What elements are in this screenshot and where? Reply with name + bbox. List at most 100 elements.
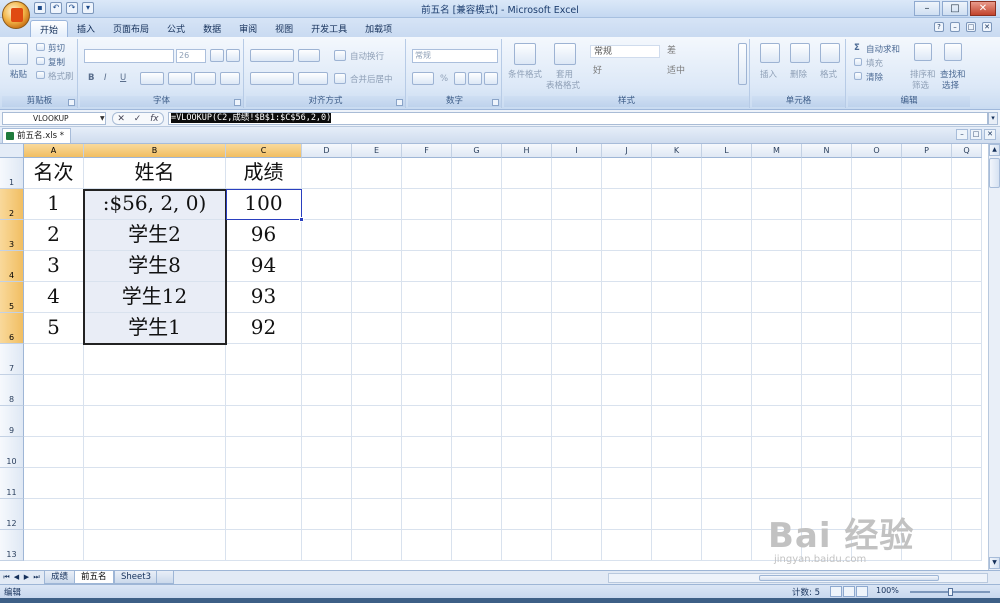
ribbon-tab-8[interactable]: 加载项: [356, 20, 401, 37]
percent-button[interactable]: %: [440, 74, 448, 84]
cell-I6[interactable]: [552, 313, 602, 344]
cell-I12[interactable]: [552, 499, 602, 530]
cell-C13[interactable]: [226, 530, 302, 561]
row-header-9[interactable]: 9: [0, 406, 24, 437]
row-header-12[interactable]: 12: [0, 499, 24, 530]
sort-filter-icon[interactable]: [914, 43, 932, 61]
cell-G4[interactable]: [452, 251, 502, 282]
cell-H5[interactable]: [502, 282, 552, 313]
column-header-N[interactable]: N: [802, 144, 852, 158]
ribbon-tab-4[interactable]: 数据: [194, 20, 230, 37]
row-header-7[interactable]: 7: [0, 344, 24, 375]
ribbon-tab-1[interactable]: 插入: [68, 20, 104, 37]
cell-H10[interactable]: [502, 437, 552, 468]
cell-L2[interactable]: [702, 189, 752, 220]
cell-A8[interactable]: [24, 375, 84, 406]
cell-F6[interactable]: [402, 313, 452, 344]
binoculars-icon[interactable]: [944, 43, 962, 61]
column-header-E[interactable]: E: [352, 144, 402, 158]
sheet-tab-scores[interactable]: 成绩: [44, 571, 76, 584]
orientation-icon[interactable]: [298, 49, 320, 62]
select-all-corner[interactable]: [0, 144, 24, 158]
cell-N3[interactable]: [802, 220, 852, 251]
cell-D11[interactable]: [302, 468, 352, 499]
dialog-launcher-icon[interactable]: [492, 99, 499, 106]
cell-M5[interactable]: [752, 282, 802, 313]
insert-sheet-icon[interactable]: [156, 571, 174, 584]
comma-icon[interactable]: [454, 72, 466, 85]
row-header-6[interactable]: 6: [0, 313, 24, 344]
cell-K2[interactable]: [652, 189, 702, 220]
cell-P5[interactable]: [902, 282, 952, 313]
format-painter-button[interactable]: 格式刷: [48, 70, 74, 82]
row-header-2[interactable]: 2: [0, 189, 24, 220]
cell-F1[interactable]: [402, 158, 452, 189]
cell-J9[interactable]: [602, 406, 652, 437]
cell-F12[interactable]: [402, 499, 452, 530]
cell-A12[interactable]: [24, 499, 84, 530]
cell-I3[interactable]: [552, 220, 602, 251]
cell-B13[interactable]: [84, 530, 226, 561]
cell-A10[interactable]: [24, 437, 84, 468]
cell-D7[interactable]: [302, 344, 352, 375]
cell-E13[interactable]: [352, 530, 402, 561]
cell-J13[interactable]: [602, 530, 652, 561]
cell-A7[interactable]: [24, 344, 84, 375]
cell-C6[interactable]: 92: [226, 313, 302, 344]
cell-G5[interactable]: [452, 282, 502, 313]
cell-I5[interactable]: [552, 282, 602, 313]
borders-icon[interactable]: [140, 72, 164, 85]
cell-E8[interactable]: [352, 375, 402, 406]
cell-D12[interactable]: [302, 499, 352, 530]
underline-button[interactable]: U: [120, 73, 126, 83]
cell-P12[interactable]: [902, 499, 952, 530]
bold-button[interactable]: B: [88, 73, 94, 83]
cell-L9[interactable]: [702, 406, 752, 437]
cell-I10[interactable]: [552, 437, 602, 468]
horizontal-align-icon[interactable]: [250, 72, 294, 85]
paste-icon[interactable]: [8, 43, 28, 65]
cell-K10[interactable]: [652, 437, 702, 468]
row-header-13[interactable]: 13: [0, 530, 24, 561]
row-header-10[interactable]: 10: [0, 437, 24, 468]
wrap-text-button[interactable]: 自动换行: [350, 50, 384, 62]
cell-J1[interactable]: [602, 158, 652, 189]
last-sheet-icon[interactable]: ⏭: [32, 572, 41, 583]
cell-A4[interactable]: 3: [24, 251, 84, 282]
first-sheet-icon[interactable]: ⏮: [2, 572, 11, 583]
style-bad[interactable]: 差: [664, 45, 734, 58]
help-icon[interactable]: ?: [934, 22, 944, 32]
cell-M9[interactable]: [752, 406, 802, 437]
row-header-4[interactable]: 4: [0, 251, 24, 282]
cell-O9[interactable]: [852, 406, 902, 437]
cell-L8[interactable]: [702, 375, 752, 406]
name-box-dropdown-icon[interactable]: ▼: [100, 115, 105, 122]
cell-I9[interactable]: [552, 406, 602, 437]
cell-H2[interactable]: [502, 189, 552, 220]
decrease-decimal-icon[interactable]: [484, 72, 498, 85]
cell-B6[interactable]: 学生1: [84, 313, 226, 344]
cell-K1[interactable]: [652, 158, 702, 189]
cut-button[interactable]: 剪切: [48, 42, 65, 54]
row-header-3[interactable]: 3: [0, 220, 24, 251]
cell-N13[interactable]: [802, 530, 852, 561]
cell-O2[interactable]: [852, 189, 902, 220]
cell-K11[interactable]: [652, 468, 702, 499]
cell-E12[interactable]: [352, 499, 402, 530]
horizontal-scrollbar[interactable]: [608, 573, 988, 583]
cell-B11[interactable]: [84, 468, 226, 499]
cell-L11[interactable]: [702, 468, 752, 499]
cell-D10[interactable]: [302, 437, 352, 468]
cell-D8[interactable]: [302, 375, 352, 406]
cell-I8[interactable]: [552, 375, 602, 406]
cell-M2[interactable]: [752, 189, 802, 220]
conditional-format-button[interactable]: 条件格式: [508, 68, 542, 80]
cell-A6[interactable]: 5: [24, 313, 84, 344]
column-header-D[interactable]: D: [302, 144, 352, 158]
name-box[interactable]: VLOOKUP: [2, 112, 106, 125]
cell-C8[interactable]: [226, 375, 302, 406]
cell-G13[interactable]: [452, 530, 502, 561]
cell-N10[interactable]: [802, 437, 852, 468]
style-neutral[interactable]: 适中: [664, 65, 734, 78]
scroll-thumb[interactable]: [989, 158, 1000, 188]
